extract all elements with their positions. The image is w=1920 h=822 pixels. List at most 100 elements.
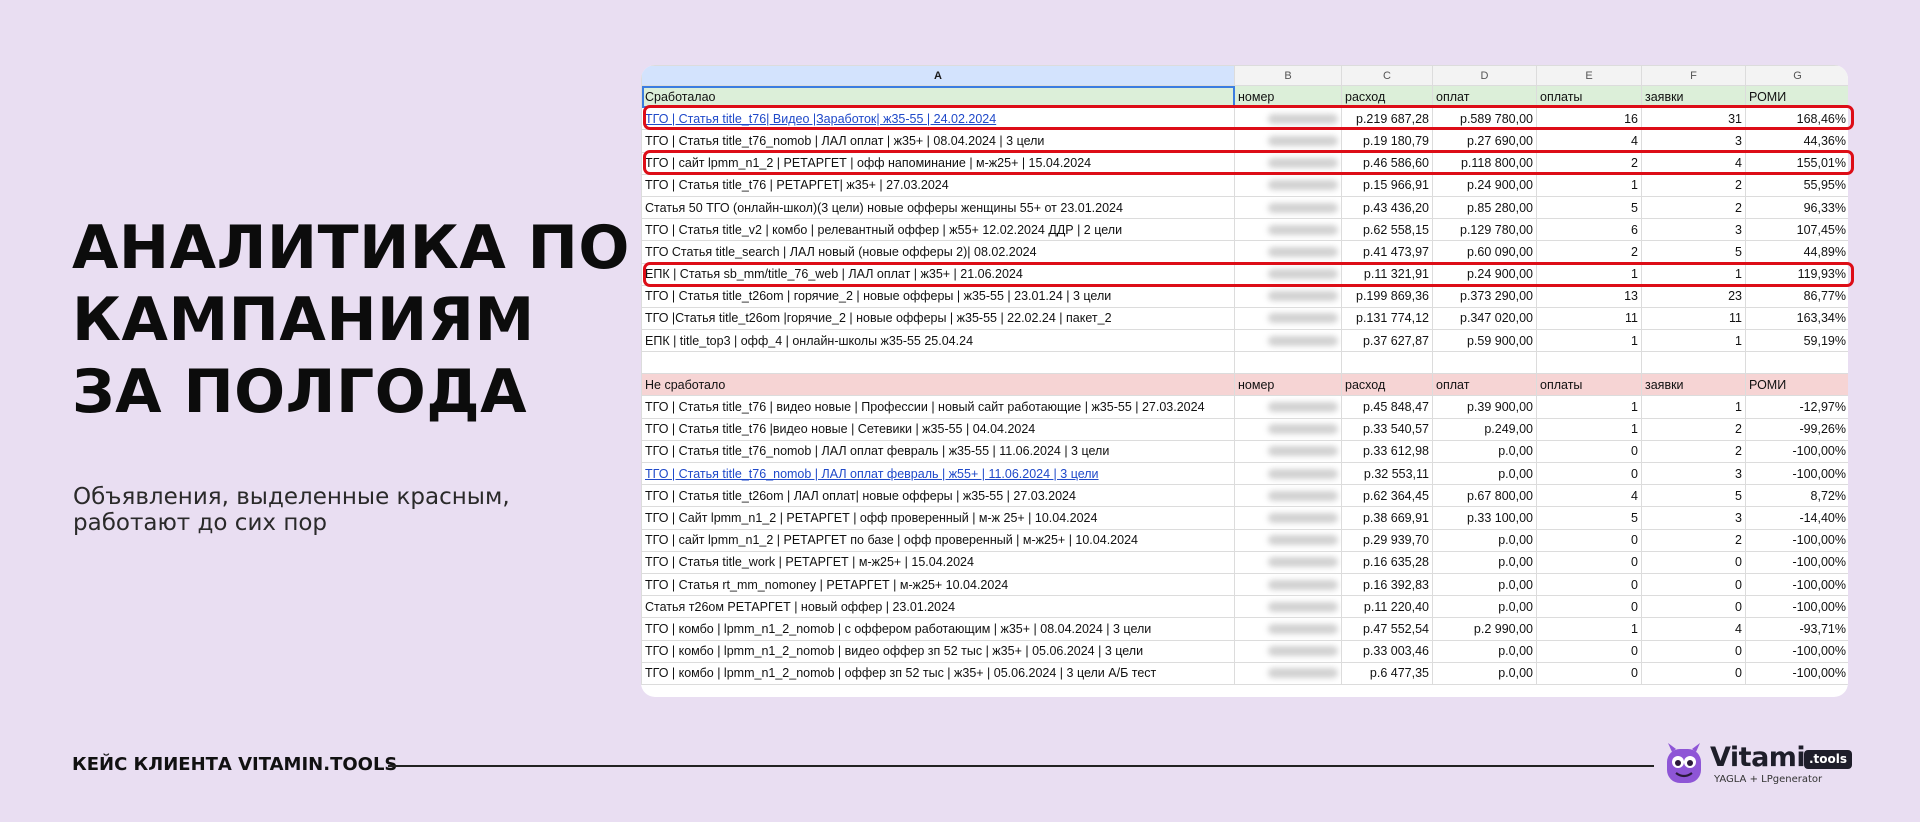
romi-cell[interactable]: 8,72% <box>1745 484 1848 508</box>
payment-sum-cell[interactable]: р.0,00 <box>1432 595 1537 619</box>
payment-sum-cell[interactable]: р.129 780,00 <box>1432 218 1537 242</box>
payment-sum-cell[interactable]: р.0,00 <box>1432 639 1537 663</box>
payments-count-cell[interactable]: 1 <box>1536 417 1642 441</box>
section-header-cell[interactable]: РОМИ <box>1745 84 1848 109</box>
campaign-name-cell[interactable]: ТГО | сайт lpmm_n1_2 | РЕТАРГЕТ по базе … <box>641 528 1235 552</box>
leads-count-cell[interactable]: 4 <box>1641 151 1746 175</box>
romi-cell[interactable]: -100,00% <box>1745 550 1848 574</box>
romi-cell[interactable]: 107,45% <box>1745 218 1848 242</box>
column-header[interactable]: A <box>641 65 1235 86</box>
expense-cell[interactable]: р.29 939,70 <box>1341 528 1433 552</box>
expense-cell[interactable]: р.16 392,83 <box>1341 572 1433 597</box>
expense-cell[interactable]: р.62 558,15 <box>1341 218 1433 242</box>
romi-cell[interactable]: 55,95% <box>1745 173 1848 197</box>
number-cell-redacted[interactable] <box>1234 484 1342 508</box>
expense-cell[interactable]: р.19 180,79 <box>1341 129 1433 153</box>
expense-cell[interactable]: р.11 220,40 <box>1341 595 1433 619</box>
campaign-name[interactable]: ТГО | Статья title_t76_nomob | ЛАЛ оплат… <box>645 467 1099 481</box>
campaign-name-cell[interactable]: ТГО | Статья title_t76_nomob | ЛАЛ оплат… <box>641 129 1235 153</box>
number-cell-redacted[interactable] <box>1234 528 1342 552</box>
expense-cell[interactable]: р.131 774,12 <box>1341 306 1433 331</box>
payments-count-cell[interactable]: 2 <box>1536 151 1642 175</box>
payments-count-cell[interactable]: 0 <box>1536 661 1642 685</box>
number-cell-redacted[interactable] <box>1234 417 1342 441</box>
leads-count-cell[interactable]: 0 <box>1641 639 1746 663</box>
romi-cell[interactable]: 163,34% <box>1745 306 1848 331</box>
romi-cell[interactable]: 86,77% <box>1745 284 1848 308</box>
number-cell-redacted[interactable] <box>1234 439 1342 464</box>
section-header-cell[interactable]: номер <box>1234 84 1342 109</box>
column-header[interactable]: B <box>1234 65 1342 86</box>
section-header-cell[interactable]: расход <box>1341 373 1433 397</box>
leads-count-cell[interactable]: 31 <box>1641 107 1746 131</box>
payments-count-cell[interactable]: 0 <box>1536 461 1642 486</box>
section-header-cell[interactable]: оплаты <box>1536 84 1642 109</box>
campaign-name-cell[interactable]: ТГО | Сайт lpmm_n1_2 | РЕТАРГЕТ | офф пр… <box>641 506 1235 530</box>
payment-sum-cell[interactable]: р.2 990,00 <box>1432 617 1537 641</box>
number-cell-redacted[interactable] <box>1234 262 1342 286</box>
expense-cell[interactable]: р.46 586,60 <box>1341 151 1433 175</box>
number-cell-redacted[interactable] <box>1234 240 1342 264</box>
campaign-name-cell[interactable]: ТГО | Статья title_t26om | ЛАЛ оплат| но… <box>641 484 1235 508</box>
payments-count-cell[interactable]: 0 <box>1536 528 1642 552</box>
payments-count-cell[interactable]: 5 <box>1536 506 1642 530</box>
expense-cell[interactable]: р.32 553,11 <box>1341 461 1433 486</box>
payments-count-cell[interactable]: 0 <box>1536 439 1642 464</box>
romi-cell[interactable]: 44,89% <box>1745 240 1848 264</box>
payment-sum-cell[interactable]: р.0,00 <box>1432 439 1537 464</box>
campaign-name-cell[interactable]: ТГО | Статья title_work | РЕТАРГЕТ | м-ж… <box>641 550 1235 574</box>
leads-count-cell[interactable]: 3 <box>1641 461 1746 486</box>
number-cell-redacted[interactable] <box>1234 129 1342 153</box>
payment-sum-cell[interactable]: р.85 280,00 <box>1432 195 1537 220</box>
campaign-name-cell[interactable]: ТГО | Статья title_v2 | комбо | релевант… <box>641 218 1235 242</box>
leads-count-cell[interactable]: 0 <box>1641 595 1746 619</box>
section-header-cell[interactable]: номер <box>1234 373 1342 397</box>
romi-cell[interactable]: 168,46% <box>1745 107 1848 131</box>
leads-count-cell[interactable]: 5 <box>1641 484 1746 508</box>
section-header-cell[interactable]: РОМИ <box>1745 373 1848 397</box>
campaign-name-cell[interactable]: ТГО | Статья title_t76_nomob | ЛАЛ оплат… <box>641 461 1235 486</box>
number-cell-redacted[interactable] <box>1234 284 1342 308</box>
payment-sum-cell[interactable]: р.27 690,00 <box>1432 129 1537 153</box>
leads-count-cell[interactable]: 2 <box>1641 528 1746 552</box>
leads-count-cell[interactable]: 3 <box>1641 506 1746 530</box>
expense-cell[interactable]: р.41 473,97 <box>1341 240 1433 264</box>
payment-sum-cell[interactable]: р.67 800,00 <box>1432 484 1537 508</box>
payment-sum-cell[interactable]: р.589 780,00 <box>1432 107 1537 131</box>
campaign-name-cell[interactable]: ТГО | Статья title_t76 | видео новые | П… <box>641 395 1235 419</box>
campaign-name-cell[interactable]: ЕПК | title_top3 | офф_4 | онлайн-школы … <box>641 329 1235 353</box>
section-header-cell[interactable]: заявки <box>1641 84 1746 109</box>
payments-count-cell[interactable]: 0 <box>1536 595 1642 619</box>
number-cell-redacted[interactable] <box>1234 550 1342 574</box>
number-cell-redacted[interactable] <box>1234 595 1342 619</box>
section-header-cell[interactable]: оплаты <box>1536 373 1642 397</box>
campaign-name-cell[interactable]: ТГО | Статья rt_mm_nomoney | РЕТАРГЕТ | … <box>641 572 1235 597</box>
campaign-name-cell[interactable]: ТГО | комбо | lpmm_n1_2_nomob | оффер зп… <box>641 661 1235 685</box>
number-cell-redacted[interactable] <box>1234 329 1342 353</box>
column-header[interactable]: D <box>1432 65 1537 86</box>
campaign-name-cell[interactable]: ТГО | Статья title_t76 | РЕТАРГЕТ| ж35+ … <box>641 173 1235 197</box>
campaign-name-cell[interactable]: ТГО | Статья title_t26om | горячие_2 | н… <box>641 284 1235 308</box>
empty-cell[interactable] <box>1641 351 1746 375</box>
empty-cell[interactable] <box>1341 351 1433 375</box>
payments-count-cell[interactable]: 4 <box>1536 484 1642 508</box>
campaign-name-cell[interactable]: Статья 50 ТГО (онлайн-школ)(3 цели) новы… <box>641 195 1235 220</box>
campaign-name-cell[interactable]: ЕПК | Статья sb_mm/title_76_web | ЛАЛ оп… <box>641 262 1235 286</box>
number-cell-redacted[interactable] <box>1234 617 1342 641</box>
number-cell-redacted[interactable] <box>1234 461 1342 486</box>
romi-cell[interactable]: -100,00% <box>1745 461 1848 486</box>
leads-count-cell[interactable]: 0 <box>1641 572 1746 597</box>
number-cell-redacted[interactable] <box>1234 639 1342 663</box>
section-header-cell[interactable]: заявки <box>1641 373 1746 397</box>
payments-count-cell[interactable]: 4 <box>1536 129 1642 153</box>
expense-cell[interactable]: р.219 687,28 <box>1341 107 1433 131</box>
campaign-name-cell[interactable]: ТГО | сайт lpmm_n1_2 | РЕТАРГЕТ | офф на… <box>641 151 1235 175</box>
number-cell-redacted[interactable] <box>1234 661 1342 685</box>
expense-cell[interactable]: р.33 612,98 <box>1341 439 1433 464</box>
empty-cell[interactable] <box>1536 351 1642 375</box>
leads-count-cell[interactable]: 3 <box>1641 129 1746 153</box>
romi-cell[interactable]: -100,00% <box>1745 528 1848 552</box>
leads-count-cell[interactable]: 1 <box>1641 262 1746 286</box>
expense-cell[interactable]: р.47 552,54 <box>1341 617 1433 641</box>
expense-cell[interactable]: р.33 540,57 <box>1341 417 1433 441</box>
